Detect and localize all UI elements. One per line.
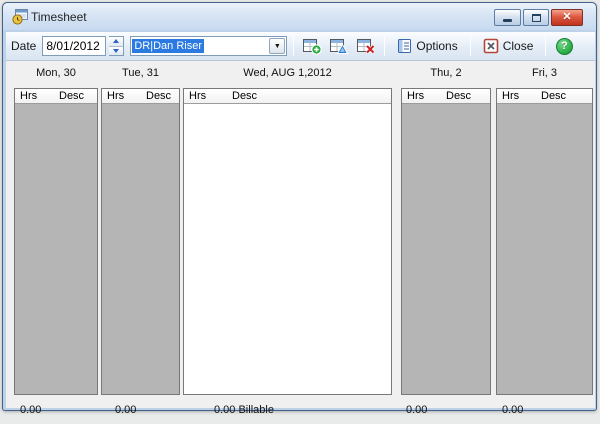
day-total: 0.00 <box>502 404 524 416</box>
minimize-button[interactable] <box>494 9 521 26</box>
help-icon: ? <box>555 37 573 55</box>
day-total-billable: 0.00 Billable <box>214 404 274 416</box>
date-spin-down-button[interactable] <box>109 45 124 55</box>
timesheet-grid: Mon, 30 Hrs Desc 0.00 Tue, 31 Hrs Desc 0… <box>6 61 595 416</box>
day-header: Mon, 30 <box>36 67 76 79</box>
close-red-x-icon <box>483 38 499 54</box>
day-header: Wed, AUG 1,2012 <box>243 67 332 79</box>
day-column-wednesday-current: Wed, AUG 1,2012 Hrs Desc 0.00 Billable <box>183 67 392 416</box>
toolbar-separator <box>469 36 471 56</box>
date-spinner <box>109 36 125 56</box>
day-column-friday: Fri, 3 Hrs Desc 0.00 <box>496 67 593 416</box>
employee-selected-value: DR|Dan Riser <box>132 39 205 53</box>
entries-list-friday[interactable]: Hrs Desc <box>496 88 593 395</box>
desc-column-header: Desc <box>146 90 172 102</box>
list-header: Hrs Desc <box>497 89 592 104</box>
toolbar-separator <box>384 36 386 56</box>
day-total: 0.00 <box>115 404 137 416</box>
desc-column-header: Desc <box>59 90 85 102</box>
day-column-monday: Mon, 30 Hrs Desc 0.00 <box>14 67 98 416</box>
date-spin-up-button[interactable] <box>109 37 124 46</box>
close-button[interactable]: Close <box>477 34 540 58</box>
grid-add-icon <box>302 38 322 55</box>
toolbar-separator <box>545 36 547 56</box>
titlebar[interactable]: Timesheet ✕ <box>3 3 596 30</box>
date-input[interactable] <box>42 36 107 56</box>
maximize-icon <box>531 13 541 22</box>
close-icon: ✕ <box>562 11 572 23</box>
hrs-column-header: Hrs <box>20 90 38 102</box>
edit-entry-button[interactable] <box>327 34 351 58</box>
desc-column-header: Desc <box>541 90 567 102</box>
maximize-button[interactable] <box>523 9 549 26</box>
list-header: Hrs Desc <box>102 89 179 104</box>
timesheet-app-icon <box>12 9 28 25</box>
dropdown-arrow-icon: ▼ <box>273 42 281 50</box>
desktop-background: Timesheet ✕ Date 8/01/2012 DR|Dan Riser … <box>0 0 600 424</box>
caption-buttons: ✕ <box>494 9 583 26</box>
hrs-column-header: Hrs <box>107 90 125 102</box>
day-column-thursday: Thu, 2 Hrs Desc 0.00 <box>401 67 491 416</box>
employee-dropdown-button[interactable]: ▼ <box>269 38 286 54</box>
toolbar-separator <box>293 36 295 56</box>
day-header: Thu, 2 <box>430 67 462 79</box>
options-button[interactable]: Options <box>391 34 463 58</box>
minimize-icon <box>503 19 512 22</box>
close-window-button[interactable]: ✕ <box>551 9 583 26</box>
hrs-column-header: Hrs <box>189 90 207 102</box>
help-button[interactable]: ? <box>552 34 576 58</box>
day-header: Tue, 31 <box>122 67 159 79</box>
delete-entry-button[interactable] <box>354 34 378 58</box>
options-label: Options <box>416 39 458 53</box>
day-total: 0.00 <box>20 404 42 416</box>
list-header: Hrs Desc <box>402 89 490 104</box>
day-column-tuesday: Tue, 31 Hrs Desc 0.00 <box>101 67 180 416</box>
hrs-column-header: Hrs <box>407 90 425 102</box>
entries-list-tuesday[interactable]: Hrs Desc <box>101 88 180 395</box>
hrs-column-header: Hrs <box>502 90 520 102</box>
grid-edit-icon <box>329 38 349 54</box>
entries-list-monday[interactable]: Hrs Desc <box>14 88 98 395</box>
add-entry-button[interactable] <box>300 34 324 58</box>
toolbar: Date DR|Dan Riser ▼ <box>6 32 595 61</box>
desc-column-header: Desc <box>446 90 472 102</box>
spin-down-icon <box>113 48 120 53</box>
list-header: Hrs Desc <box>15 89 97 104</box>
employee-combobox[interactable]: DR|Dan Riser ▼ <box>130 36 288 56</box>
entries-list-wednesday[interactable]: Hrs Desc <box>183 88 392 395</box>
options-icon <box>398 39 412 53</box>
list-header: Hrs Desc <box>184 89 391 104</box>
close-label: Close <box>502 39 534 53</box>
window-title: Timesheet <box>31 10 87 24</box>
spin-up-icon <box>113 39 120 44</box>
entries-list-thursday[interactable]: Hrs Desc <box>401 88 491 395</box>
timesheet-window: Timesheet ✕ Date 8/01/2012 DR|Dan Riser … <box>2 2 597 416</box>
help-glyph: ? <box>561 40 568 52</box>
day-header: Fri, 3 <box>531 67 558 79</box>
day-total: 0.00 <box>406 404 428 416</box>
date-label: Date <box>11 39 37 53</box>
desc-column-header: Desc <box>232 90 258 102</box>
grid-delete-icon <box>356 38 375 54</box>
